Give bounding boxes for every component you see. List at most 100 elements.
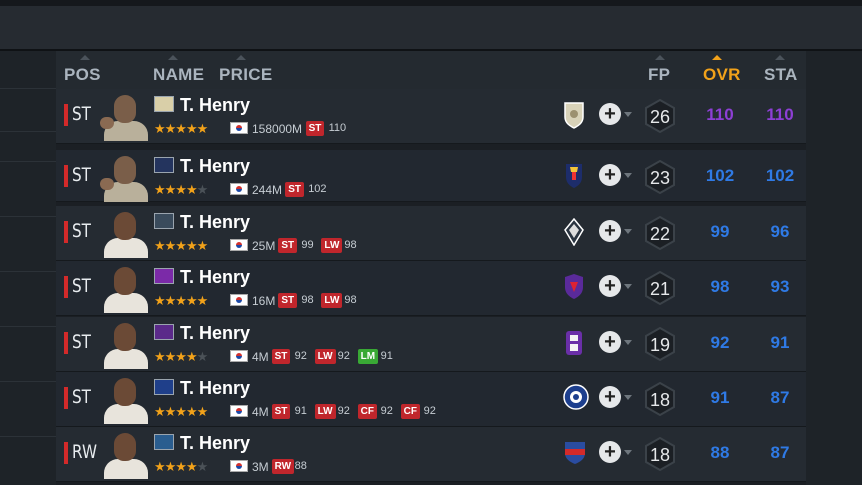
right-panel: [806, 51, 862, 485]
chevron-down-icon[interactable]: [624, 229, 632, 234]
player-face-avatar: [98, 317, 152, 369]
position-label: RW: [72, 441, 97, 463]
position-badge: LW: [321, 238, 343, 253]
season-badge-icon: [154, 434, 174, 450]
add-player-button[interactable]: +: [599, 220, 621, 242]
ovr-header[interactable]: OVR: [703, 65, 741, 85]
player-face-avatar: [98, 261, 152, 313]
season-badge-icon: [154, 268, 174, 284]
player-row[interactable]: ST T. Henry ★★★★★ 244M ST 102 +23 102 102: [56, 150, 806, 202]
player-name[interactable]: T. Henry: [180, 267, 250, 288]
sta-value: 87: [770, 443, 790, 462]
player-row[interactable]: ST T. Henry ★★★★★ 4M ST 92 LW 92 LM 91 +19 92 91: [56, 317, 806, 372]
skill-stars-icon: ★★★★★: [154, 459, 208, 474]
fp-hex-badge: 23: [644, 160, 676, 194]
player-name[interactable]: T. Henry: [180, 156, 250, 177]
position-badge: ST: [278, 238, 298, 253]
position-label: ST: [72, 164, 91, 186]
player-name[interactable]: T. Henry: [180, 323, 250, 344]
skill-stars-icon: ★★★★★: [154, 349, 208, 364]
season-badge-icon: [154, 157, 174, 173]
sta-value: 87: [770, 388, 790, 407]
fp-header[interactable]: FP: [648, 65, 670, 85]
player-row[interactable]: ST T. Henry ★★★★★ 25M ST 99 LW 98 +22 99 96: [56, 206, 806, 261]
position-badge: LM: [357, 349, 379, 364]
fp-value: 21: [649, 279, 671, 299]
sta-value: 93: [770, 277, 790, 296]
name-header[interactable]: NAME: [153, 65, 204, 85]
chevron-down-icon[interactable]: [624, 450, 632, 455]
chevron-down-icon[interactable]: [624, 284, 632, 289]
position-rating: 92: [423, 405, 436, 417]
tt-crest-icon: [563, 329, 585, 357]
player-name[interactable]: T. Henry: [180, 433, 250, 454]
position-rating: 92: [380, 405, 393, 417]
player-row[interactable]: RW T. Henry ★★★★★ 3M RW 88 +18 88 87: [56, 427, 806, 482]
ovr-value: 98: [710, 277, 730, 296]
position-badge: ST: [305, 121, 325, 136]
player-row[interactable]: ST T. Henry ★★★★★ 4M ST 91 LW 92 CF 92 CF 92 +18 91 87: [56, 372, 806, 427]
position-color-bar: [64, 165, 68, 187]
position-badge: CF: [400, 404, 420, 419]
position-badge: LW: [314, 349, 336, 364]
chevron-down-icon[interactable]: [624, 112, 632, 117]
player-price: 4M: [252, 405, 269, 419]
skill-stars-icon: ★★★★★: [154, 121, 208, 136]
ovr-value: 92: [710, 333, 730, 352]
south-korea-flag-icon: [230, 460, 248, 472]
south-korea-flag-icon: [230, 183, 248, 195]
sort-indicator: [80, 55, 90, 60]
add-player-button[interactable]: +: [599, 441, 621, 463]
player-name[interactable]: T. Henry: [180, 378, 250, 399]
season-badge-icon: [154, 379, 174, 395]
player-row[interactable]: ST T. Henry ★★★★★ 16M ST 98 LW 98 +21 98 93: [56, 261, 806, 316]
player-face-avatar: [98, 206, 152, 258]
position-rating: 91: [380, 350, 393, 362]
player-face-avatar: [98, 372, 152, 424]
player-price: 4M: [252, 350, 269, 364]
add-player-button[interactable]: +: [599, 331, 621, 353]
position-badge: ST: [271, 404, 291, 419]
position-rating: 92: [337, 405, 350, 417]
sta-value: 96: [770, 222, 790, 241]
sort-active-icon: [712, 55, 722, 60]
position-rating: 98: [344, 294, 357, 306]
player-price: 158000M: [252, 122, 303, 136]
add-player-button[interactable]: +: [599, 103, 621, 125]
position-badge: RW: [271, 459, 295, 474]
chevron-down-icon[interactable]: [624, 173, 632, 178]
trophy-shield-icon: [563, 162, 585, 190]
diamond-crest-icon: [563, 217, 585, 247]
player-name[interactable]: T. Henry: [180, 95, 250, 116]
south-korea-flag-icon: [230, 405, 248, 417]
position-rating: 88: [294, 460, 307, 472]
skill-stars-icon: ★★★★★: [154, 293, 208, 308]
position-rating: 110: [328, 122, 347, 134]
position-rating: 102: [308, 183, 327, 195]
price-header[interactable]: PRICE: [219, 65, 272, 85]
sta-header[interactable]: STA: [764, 65, 798, 85]
position-label: ST: [72, 331, 91, 353]
chevron-down-icon[interactable]: [624, 340, 632, 345]
fp-hex-badge: 18: [644, 382, 676, 416]
position-color-bar: [64, 332, 68, 354]
south-korea-flag-icon: [230, 350, 248, 362]
fp-hex-badge: 26: [644, 99, 676, 133]
player-face-avatar: [98, 89, 152, 141]
add-player-button[interactable]: +: [599, 164, 621, 186]
player-face-avatar: [98, 150, 152, 202]
chevron-down-icon[interactable]: [624, 395, 632, 400]
fp-value: 26: [649, 107, 671, 127]
position-badge: ST: [285, 182, 304, 197]
add-player-button[interactable]: +: [599, 275, 621, 297]
sta-value: 102: [765, 166, 795, 185]
pos-header[interactable]: POS: [64, 65, 101, 85]
position-rating: 92: [294, 350, 307, 362]
player-face-avatar: [98, 427, 152, 479]
player-row[interactable]: ST T. Henry ★★★★★ 158000M ST 110 +26 110 110: [56, 89, 806, 144]
add-player-button[interactable]: +: [599, 386, 621, 408]
player-name[interactable]: T. Henry: [180, 212, 250, 233]
fp-value: 19: [649, 335, 671, 355]
fp-hex-badge: 19: [644, 327, 676, 361]
position-color-bar: [64, 276, 68, 298]
